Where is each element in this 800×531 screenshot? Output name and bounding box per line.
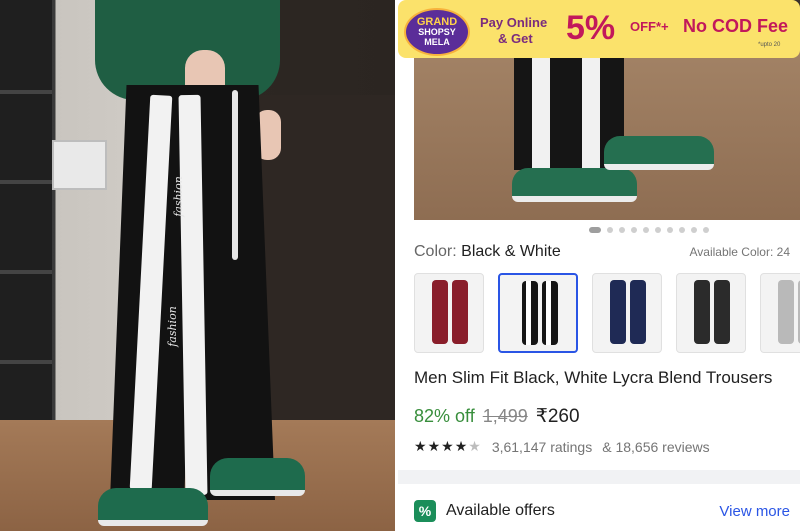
promo-banner[interactable]: GRAND SHOPSY MELA Pay Online & Get 5% OF… <box>398 0 800 58</box>
background-shelf <box>0 0 52 420</box>
carousel-dot[interactable] <box>691 227 697 233</box>
offer-off-text: OFF*+ <box>630 19 669 34</box>
color-swatch[interactable] <box>414 273 484 353</box>
hero-product-photo[interactable]: fashion fashion <box>0 0 395 531</box>
original-price: 1,499 <box>482 406 528 426</box>
color-swatch[interactable] <box>676 273 746 353</box>
grand-shopsy-mela-badge: GRAND SHOPSY MELA <box>404 8 470 56</box>
ratings-count: 3,61,147 ratings <box>491 438 593 455</box>
pay-online-text: Pay Online & Get <box>480 15 548 46</box>
drawstring <box>232 90 238 260</box>
color-selector-header: Color: Black & White Available Color: 24 <box>414 243 790 261</box>
color-swatch[interactable] <box>760 273 800 353</box>
carousel-dot[interactable] <box>589 227 601 233</box>
fashion-print-lower: fashion <box>165 306 179 347</box>
price-row: 82% off 1,499 ₹260 <box>414 405 580 428</box>
selling-price: ₹260 <box>535 406 580 427</box>
sneaker-left <box>98 488 208 526</box>
carousel-dot[interactable] <box>655 227 661 233</box>
carousel-dot[interactable] <box>679 227 685 233</box>
carousel-indicator[interactable] <box>398 227 800 233</box>
carousel-dot[interactable] <box>631 227 637 233</box>
product-title: Men Slim Fit Black, White Lycra Blend Tr… <box>414 368 773 387</box>
available-colors-count: Available Color: 24 <box>689 245 790 259</box>
carousel-dot[interactable] <box>619 227 625 233</box>
selected-color-value: Black & White <box>461 243 561 260</box>
rating-summary[interactable]: ★★★★★ 3,61,147 ratings & 18,656 reviews <box>414 438 710 455</box>
view-more-link[interactable]: View more <box>719 503 790 520</box>
color-swatch[interactable] <box>498 273 578 353</box>
background-microwave <box>52 140 107 190</box>
carousel-dot[interactable] <box>703 227 709 233</box>
color-label: Color: <box>414 243 457 260</box>
sneaker-right <box>210 458 305 496</box>
color-swatch[interactable] <box>592 273 662 353</box>
carousel-dot[interactable] <box>607 227 613 233</box>
carousel-sneaker-right <box>604 136 714 170</box>
section-divider <box>398 470 800 484</box>
carousel-dot[interactable] <box>643 227 649 233</box>
no-cod-fee-text: No COD Fee <box>683 16 789 36</box>
offer-upto-note: *upto 20 <box>758 42 781 48</box>
available-offers-title: Available offers <box>446 502 555 519</box>
product-detail-panel: GRAND SHOPSY MELA Pay Online & Get 5% OF… <box>398 0 800 531</box>
star-rating-icon: ★★★★★ <box>414 438 482 454</box>
fashion-print-upper: fashion <box>171 176 185 217</box>
reviews-count: & 18,656 reviews <box>602 438 710 455</box>
color-swatch-list <box>414 273 800 353</box>
available-offers-section[interactable]: % Available offers View more <box>414 500 790 522</box>
discount-percent: 82% off <box>414 406 475 426</box>
offer-tag-icon: % <box>414 500 436 522</box>
carousel-dot[interactable] <box>667 227 673 233</box>
offer-percent: 5% <box>566 9 616 47</box>
carousel-sneaker-left <box>512 168 637 202</box>
